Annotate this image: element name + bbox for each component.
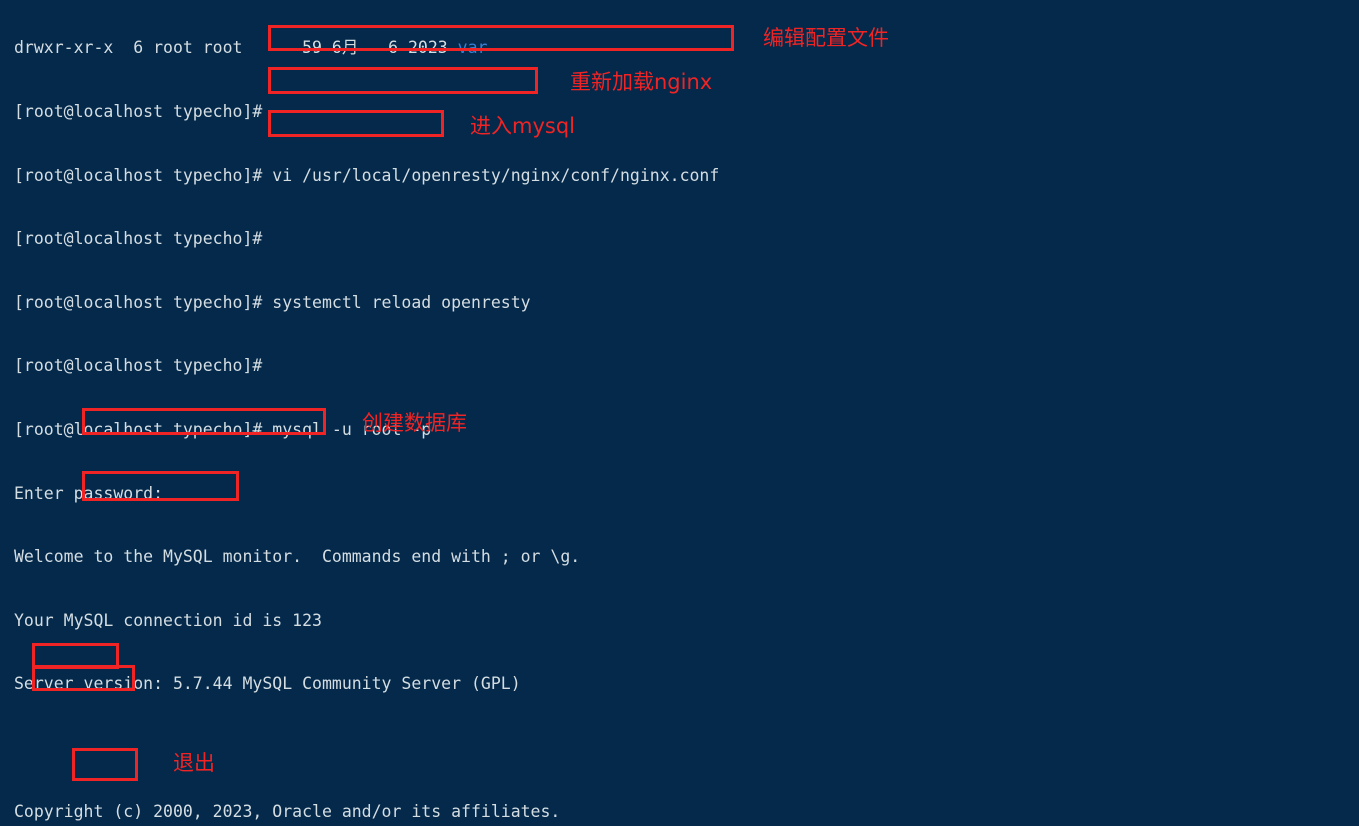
terminal-line: Server version: 5.7.44 MySQL Community S… (14, 674, 521, 694)
terminal-line: [root@localhost typecho]# systemctl relo… (14, 292, 531, 312)
terminal-line: Welcome to the MySQL monitor. Commands e… (14, 547, 581, 567)
terminal-line-dir-name: var (457, 38, 488, 58)
annotation-edit-config-file: 编辑配置文件 (763, 26, 889, 50)
annotation-exit: 退出 (173, 751, 215, 775)
terminal-line: [root@localhost typecho]# (14, 102, 273, 121)
terminal-line: [root@localhost typecho]# vi /usr/local/… (14, 165, 720, 185)
terminal-window[interactable]: drwxr-xr-x 6 root root 59 6月 6 2023 var … (0, 0, 1359, 826)
terminal-line: [root@localhost typecho]# (14, 356, 273, 376)
terminal-line: Your MySQL connection id is 123 (14, 610, 322, 630)
terminal-line: Enter password: (14, 483, 173, 503)
annotation-reload-nginx: 重新加载nginx (570, 70, 713, 94)
terminal-line: [root@localhost typecho]# (14, 229, 273, 249)
terminal-line: Copyright (c) 2000, 2023, Oracle and/or … (14, 801, 561, 821)
terminal-line: drwxr-xr-x 6 root root 59 6月 6 2023 var (14, 37, 789, 58)
annotation-create-database: 创建数据库 (362, 411, 467, 435)
annotation-enter-mysql: 进入mysql (470, 114, 575, 138)
terminal-line-text: drwxr-xr-x 6 root root 59 6月 6 2023 (14, 38, 458, 58)
